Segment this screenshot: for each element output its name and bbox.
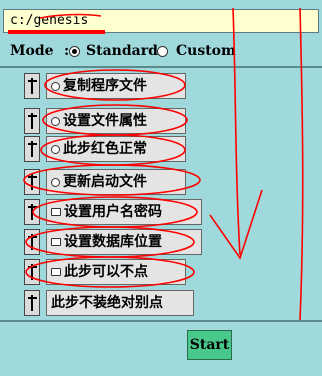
wrench-icon[interactable] (24, 290, 40, 316)
task-label: 此步红色正常 (63, 141, 147, 157)
lock-icon (51, 268, 61, 276)
lock-icon (51, 238, 61, 246)
wrench-icon[interactable] (24, 108, 40, 134)
wrench-icon[interactable] (24, 259, 40, 285)
red-underline-annotation (8, 30, 105, 34)
divider (0, 320, 322, 322)
circle-icon (51, 144, 60, 154)
task-label: 更新启动文件 (63, 174, 147, 190)
mode-label: Mode (10, 43, 54, 59)
circle-icon (51, 116, 60, 126)
circle-icon (51, 177, 60, 187)
start-button[interactable]: Start (187, 330, 232, 360)
task-button-update-startup[interactable]: 更新启动文件 (46, 169, 186, 195)
wrench-icon[interactable] (24, 73, 40, 99)
task-label: 设置文件属性 (63, 113, 147, 129)
task-label: 设置数据库位置 (64, 234, 162, 250)
task-label: 复制程序文件 (63, 78, 147, 94)
custom-label[interactable]: Custom (176, 43, 236, 59)
task-label: 此步可以不点 (64, 264, 148, 280)
standard-label[interactable]: Standard (86, 43, 158, 59)
task-list: 复制程序文件 设置文件属性 此步红色正常 更新启动文件 设置用户名密码 设置数据… (0, 70, 322, 320)
circle-icon (51, 81, 60, 91)
wrench-icon[interactable] (24, 169, 40, 195)
wrench-icon[interactable] (24, 199, 40, 225)
wrench-icon[interactable] (24, 136, 40, 162)
task-button-red-normal[interactable]: 此步红色正常 (46, 136, 186, 162)
path-input[interactable]: c:/genesis (3, 9, 319, 34)
task-button-optional-step[interactable]: 此步可以不点 (46, 259, 186, 285)
custom-radio[interactable] (157, 46, 168, 57)
task-label: 设置用户名密码 (64, 204, 162, 220)
divider (0, 66, 322, 68)
lock-icon (51, 208, 61, 216)
task-button-copy-files[interactable]: 复制程序文件 (46, 73, 186, 99)
task-button-user-password[interactable]: 设置用户名密码 (46, 199, 202, 225)
task-button-database-location[interactable]: 设置数据库位置 (46, 229, 202, 255)
standard-radio[interactable] (69, 46, 80, 57)
task-label: 此步不装绝对别点 (51, 295, 163, 311)
wrench-icon[interactable] (24, 229, 40, 255)
task-button-do-not-install[interactable]: 此步不装绝对别点 (46, 290, 194, 316)
path-value[interactable]: c:/genesis (10, 13, 88, 28)
task-button-file-attributes[interactable]: 设置文件属性 (46, 108, 186, 134)
